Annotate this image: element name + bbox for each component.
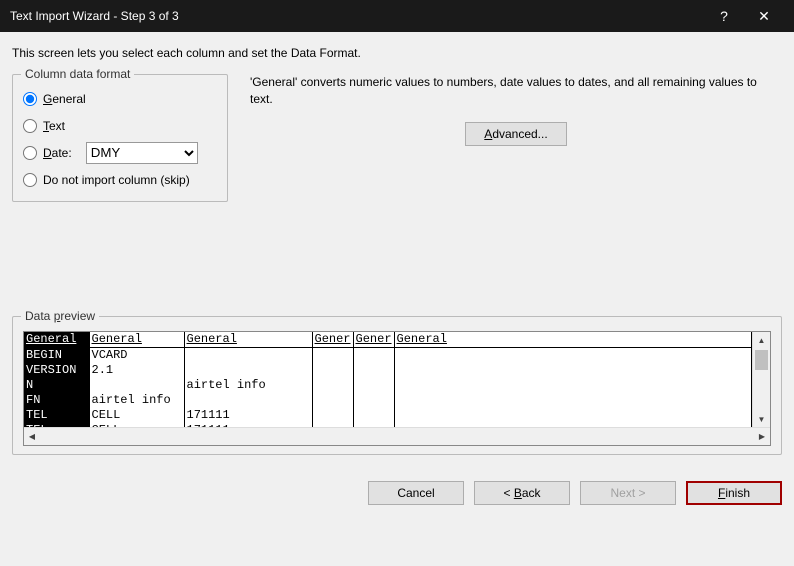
advanced-button[interactable]: Advanced... xyxy=(465,122,566,146)
titlebar: Text Import Wizard - Step 3 of 3 ? ✕ xyxy=(0,0,794,32)
col-header[interactable]: Gener xyxy=(312,332,353,347)
scroll-left-icon[interactable]: ◀ xyxy=(24,428,40,445)
table-row: Nairtel info xyxy=(24,377,752,392)
dialog-body: This screen lets you select each column … xyxy=(0,32,794,463)
radio-general[interactable] xyxy=(23,92,37,106)
format-legend: Column data format xyxy=(21,67,134,81)
column-data-format-group: Column data format General Text Date: DM… xyxy=(12,74,228,202)
table-row: TELCELL171111 xyxy=(24,407,752,422)
table-row: BEGINVCARD xyxy=(24,347,752,362)
col-header[interactable]: General xyxy=(394,332,751,347)
window-title: Text Import Wizard - Step 3 of 3 xyxy=(10,9,704,23)
format-info-text: 'General' converts numeric values to num… xyxy=(250,74,782,108)
col-header[interactable]: General xyxy=(24,332,89,347)
radio-date-label[interactable]: Date: xyxy=(43,146,72,160)
back-button[interactable]: < Back xyxy=(474,481,570,505)
table-row: FNairtel info xyxy=(24,392,752,407)
finish-button[interactable]: Finish xyxy=(686,481,782,505)
vertical-scrollbar[interactable]: ▲ ▼ xyxy=(752,332,770,427)
table-row: VERSION2.1 xyxy=(24,362,752,377)
scroll-down-icon[interactable]: ▼ xyxy=(753,411,770,427)
radio-skip-label[interactable]: Do not import column (skip) xyxy=(43,173,190,187)
col-header[interactable]: General xyxy=(89,332,184,347)
col-header[interactable]: Gener xyxy=(353,332,394,347)
scroll-up-icon[interactable]: ▲ xyxy=(753,332,770,348)
table-row: TELCELL171111 xyxy=(24,422,752,427)
cancel-button[interactable]: Cancel xyxy=(368,481,464,505)
date-format-select[interactable]: DMY xyxy=(86,142,198,164)
scroll-track[interactable] xyxy=(40,428,754,445)
preview-table[interactable]: General General General Gener Gener Gene… xyxy=(24,332,752,427)
preview-header-row: General General General Gener Gener Gene… xyxy=(24,332,752,347)
button-row: Cancel < Back Next > Finish xyxy=(0,463,794,515)
instruction-text: This screen lets you select each column … xyxy=(12,46,782,60)
scroll-right-icon[interactable]: ▶ xyxy=(754,428,770,445)
preview-legend: Data preview xyxy=(21,309,99,323)
next-button: Next > xyxy=(580,481,676,505)
scroll-thumb[interactable] xyxy=(755,350,768,370)
radio-skip[interactable] xyxy=(23,173,37,187)
scroll-track[interactable] xyxy=(753,372,770,411)
horizontal-scrollbar[interactable]: ◀ ▶ xyxy=(24,427,770,445)
radio-general-label[interactable]: General xyxy=(43,92,86,106)
format-info-area: 'General' converts numeric values to num… xyxy=(238,74,782,202)
preview-container: General General General Gener Gener Gene… xyxy=(23,331,771,446)
close-button[interactable]: ✕ xyxy=(744,0,784,32)
help-button[interactable]: ? xyxy=(704,0,744,32)
col-header[interactable]: General xyxy=(184,332,312,347)
radio-date[interactable] xyxy=(23,146,37,160)
radio-text-label[interactable]: Text xyxy=(43,119,65,133)
radio-text[interactable] xyxy=(23,119,37,133)
data-preview-group: Data preview General General General Gen… xyxy=(12,316,782,455)
